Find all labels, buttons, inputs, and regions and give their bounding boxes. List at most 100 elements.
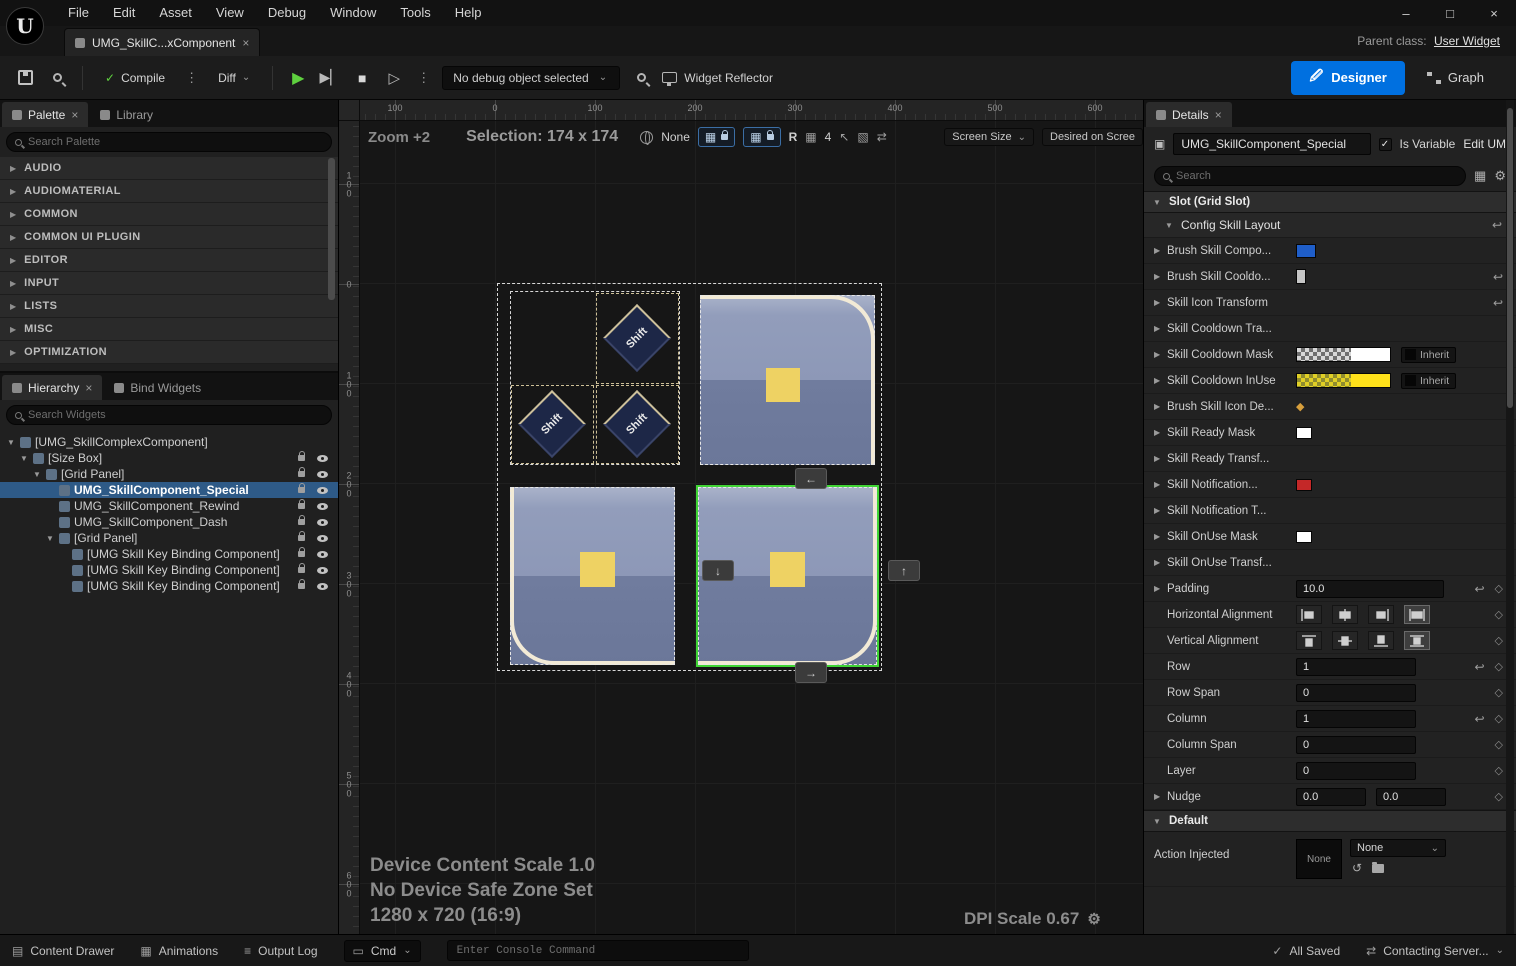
visibility-eye-icon[interactable]	[317, 471, 328, 478]
reset-icon[interactable]: ↩	[1474, 660, 1484, 674]
expander-icon[interactable]: ▶	[1154, 532, 1167, 541]
display-filter-icon[interactable]: ▦	[1474, 168, 1486, 184]
expander-icon[interactable]: ▶	[1154, 792, 1167, 801]
color-swatch[interactable]	[1296, 531, 1312, 543]
browse-to-asset-icon[interactable]	[1372, 864, 1384, 873]
lock-icon[interactable]	[298, 503, 305, 509]
grid-size-value[interactable]: 4	[825, 130, 832, 144]
menu-view[interactable]: View	[204, 0, 256, 26]
value-input[interactable]: 0	[1296, 762, 1416, 780]
expander-icon[interactable]: ▶	[1154, 298, 1167, 307]
hierarchy-tab-close-icon[interactable]: ×	[85, 381, 92, 395]
expander-icon[interactable]: ▶	[1154, 428, 1167, 437]
field-layer[interactable]: Layer0◇	[1144, 758, 1516, 784]
tree-item[interactable]: UMG_SkillComponent_Dash	[0, 514, 338, 530]
value-input[interactable]: 0	[1296, 736, 1416, 754]
debug-object-select[interactable]: No debug object selected ⌄	[442, 66, 620, 90]
palette-category-optimization[interactable]: ▶OPTIMIZATION	[0, 341, 338, 364]
reset-icon[interactable]: ↩	[1474, 582, 1484, 596]
reset-icon[interactable]: ↩	[1492, 218, 1502, 232]
value-input[interactable]: 10.0	[1296, 580, 1444, 598]
tree-item[interactable]: UMG_SkillComponent_Special	[0, 482, 338, 498]
lock-icon[interactable]	[721, 134, 728, 140]
lock-icon[interactable]	[298, 567, 305, 573]
lock-icon[interactable]	[298, 471, 305, 477]
value-input[interactable]: 1	[1296, 710, 1416, 728]
inherit-chip[interactable]: Inherit	[1401, 347, 1456, 363]
palette-tab-close-icon[interactable]: ×	[71, 108, 78, 122]
expander-icon[interactable]: ▶	[1154, 350, 1167, 359]
valign-option-3[interactable]	[1404, 631, 1430, 650]
console-command-input[interactable]	[447, 940, 749, 961]
expander-icon[interactable]: ▶	[1154, 480, 1167, 489]
tab-library[interactable]: Library	[90, 102, 163, 127]
nav-arrow-left[interactable]: ←	[795, 468, 827, 489]
save-status[interactable]: ✓ All Saved	[1272, 944, 1340, 958]
visibility-eye-icon[interactable]	[317, 583, 328, 590]
palette-category-audiomaterial[interactable]: ▶AUDIOMATERIAL	[0, 180, 338, 203]
lock-icon[interactable]	[767, 134, 774, 140]
stop-button[interactable]: ■	[351, 67, 373, 89]
is-variable-checkbox[interactable]: ✓	[1379, 138, 1392, 151]
widget-reflector-button[interactable]: Widget Reflector	[662, 71, 773, 85]
expander-icon[interactable]: ▼	[45, 534, 55, 543]
expander-icon[interactable]: ▶	[1154, 272, 1167, 281]
tree-item[interactable]: ▼[Size Box]	[0, 450, 338, 466]
transform-snap-group[interactable]: ▦	[698, 127, 735, 147]
bind-diamond-icon[interactable]: ◇	[1495, 764, 1503, 777]
tree-item[interactable]: [UMG Skill Key Binding Component]	[0, 546, 338, 562]
field-column-span[interactable]: Column Span0◇	[1144, 732, 1516, 758]
cursor-tool-icon[interactable]: ↖	[839, 130, 849, 144]
parent-class-value[interactable]: User Widget	[1434, 34, 1500, 48]
expander-icon[interactable]: ▶	[1154, 376, 1167, 385]
tree-item[interactable]: UMG_SkillComponent_Rewind	[0, 498, 338, 514]
visibility-eye-icon[interactable]	[317, 519, 328, 526]
layout-snap-group[interactable]: ▦	[743, 127, 780, 147]
field-row-span[interactable]: Row Span0◇	[1144, 680, 1516, 706]
palette-category-misc[interactable]: ▶MISC	[0, 318, 338, 341]
visibility-eye-icon[interactable]	[317, 551, 328, 558]
design-canvas[interactable]: Zoom +2 Selection: 174 x 174 None ▦ ▦ R …	[360, 121, 1143, 934]
bind-diamond-icon[interactable]: ◇	[1495, 660, 1503, 673]
color-swatch[interactable]	[1296, 479, 1312, 491]
valign-option-2[interactable]	[1368, 631, 1394, 650]
visibility-eye-icon[interactable]	[317, 567, 328, 574]
color-swatch[interactable]	[1296, 269, 1306, 284]
launch-button[interactable]: ▷	[383, 67, 405, 89]
unreal-logo-icon[interactable]: U	[6, 7, 44, 45]
expander-icon[interactable]: ▶	[1154, 454, 1167, 463]
lock-icon[interactable]	[298, 583, 305, 589]
details-search[interactable]	[1154, 166, 1466, 186]
bind-diamond-icon[interactable]: ◇	[1495, 790, 1503, 803]
tab-details[interactable]: Details ×	[1146, 102, 1232, 127]
menu-file[interactable]: File	[56, 0, 101, 26]
save-icon[interactable]	[14, 67, 36, 89]
asset-tab-close-icon[interactable]: ×	[242, 36, 249, 50]
palette-scrollbar[interactable]	[328, 158, 335, 300]
palette-category-common[interactable]: ▶COMMON	[0, 203, 338, 226]
lock-icon[interactable]	[298, 551, 305, 557]
menu-asset[interactable]: Asset	[147, 0, 204, 26]
browse-debug-icon[interactable]	[630, 67, 652, 89]
expander-icon[interactable]: ▼	[32, 470, 42, 479]
expander-icon[interactable]: ▶	[1154, 584, 1167, 593]
flip-preview-icon[interactable]: ⇄	[877, 130, 887, 144]
skill-component-rewind[interactable]	[700, 295, 875, 465]
details-tab-close-icon[interactable]: ×	[1215, 108, 1222, 122]
desired-on-screen-dropdown[interactable]: Desired on Scree	[1042, 128, 1143, 146]
diff-button[interactable]: Diff ⌄	[210, 67, 258, 89]
category-default[interactable]: ▼Default	[1144, 810, 1516, 832]
property-row[interactable]: ▶Brush Skill Icon De...◆	[1144, 394, 1516, 420]
value-input[interactable]: 0.0	[1296, 788, 1366, 806]
bind-diamond-icon[interactable]: ◇	[1495, 712, 1503, 725]
property-row[interactable]: ▶Skill Ready Mask	[1144, 420, 1516, 446]
hierarchy-search-input[interactable]	[28, 409, 323, 421]
property-row[interactable]: ▶Skill OnUse Mask	[1144, 524, 1516, 550]
field-padding[interactable]: ▶Padding10.0↩◇	[1144, 576, 1516, 602]
texture-swatch[interactable]	[1296, 347, 1391, 362]
valign-option-0[interactable]	[1296, 631, 1322, 650]
property-row[interactable]: ▶Skill Notification T...	[1144, 498, 1516, 524]
halign-option-2[interactable]	[1368, 605, 1394, 624]
expander-icon[interactable]: ▶	[1154, 402, 1167, 411]
browse-asset-icon[interactable]	[46, 67, 68, 89]
